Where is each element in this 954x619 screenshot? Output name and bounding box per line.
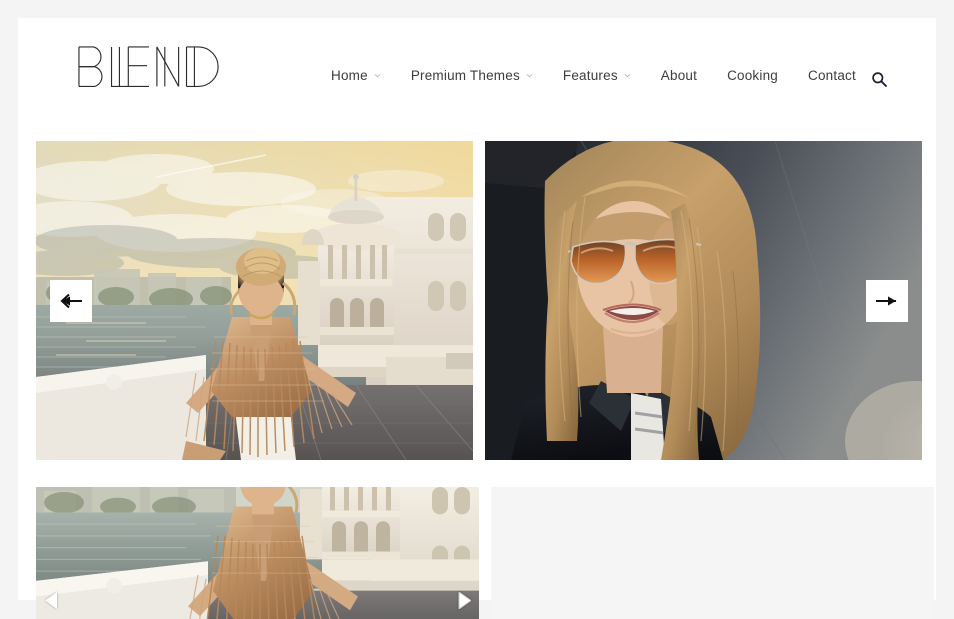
search-icon xyxy=(871,71,888,88)
nav-item-label: Premium Themes xyxy=(411,66,520,86)
gallery-slide-portrait[interactable] xyxy=(485,141,922,460)
nav-item-label: About xyxy=(661,66,697,86)
triangle-right-icon xyxy=(458,592,471,609)
nav-item-label: Home xyxy=(331,66,368,86)
gallery-mini-next-button[interactable] xyxy=(453,589,475,611)
arrow-right-icon xyxy=(876,293,898,309)
nav-item-label: Contact xyxy=(808,66,856,86)
nav-item-cooking[interactable]: Cooking xyxy=(712,66,793,86)
page-container: Home Premium Themes Features About xyxy=(18,18,936,600)
nav-item-features[interactable]: Features xyxy=(548,66,646,86)
chevron-down-icon xyxy=(374,72,381,79)
slide-image-travel xyxy=(36,141,473,460)
nav-item-home[interactable]: Home xyxy=(316,66,396,86)
gallery-mini-prev-button[interactable] xyxy=(40,589,62,611)
site-header: Home Premium Themes Features About xyxy=(18,18,936,123)
triangle-left-icon xyxy=(45,592,58,609)
slide-image-travel-2 xyxy=(36,487,479,619)
site-logo[interactable] xyxy=(76,44,226,92)
chevron-down-icon xyxy=(526,72,533,79)
gallery-row-top xyxy=(36,141,922,460)
nav-item-contact[interactable]: Contact xyxy=(793,66,871,86)
gallery-row-bottom xyxy=(36,487,934,619)
gallery-slide-placeholder[interactable] xyxy=(491,487,934,619)
nav-item-about[interactable]: About xyxy=(646,66,712,86)
gallery-next-button[interactable] xyxy=(866,280,908,322)
nav-item-premium-themes[interactable]: Premium Themes xyxy=(396,66,548,86)
gallery-prev-button[interactable] xyxy=(50,280,92,322)
nav-item-label: Features xyxy=(563,66,618,86)
slide-image-portrait xyxy=(485,141,922,460)
nav-item-label: Cooking xyxy=(727,66,778,86)
image-gallery xyxy=(18,123,936,600)
gallery-slide-travel-2[interactable] xyxy=(36,487,479,619)
gallery-slide-travel[interactable] xyxy=(36,141,473,460)
search-button[interactable] xyxy=(868,68,890,90)
main-navigation: Home Premium Themes Features About xyxy=(316,66,871,86)
arrow-left-icon xyxy=(60,293,82,309)
chevron-down-icon xyxy=(624,72,631,79)
